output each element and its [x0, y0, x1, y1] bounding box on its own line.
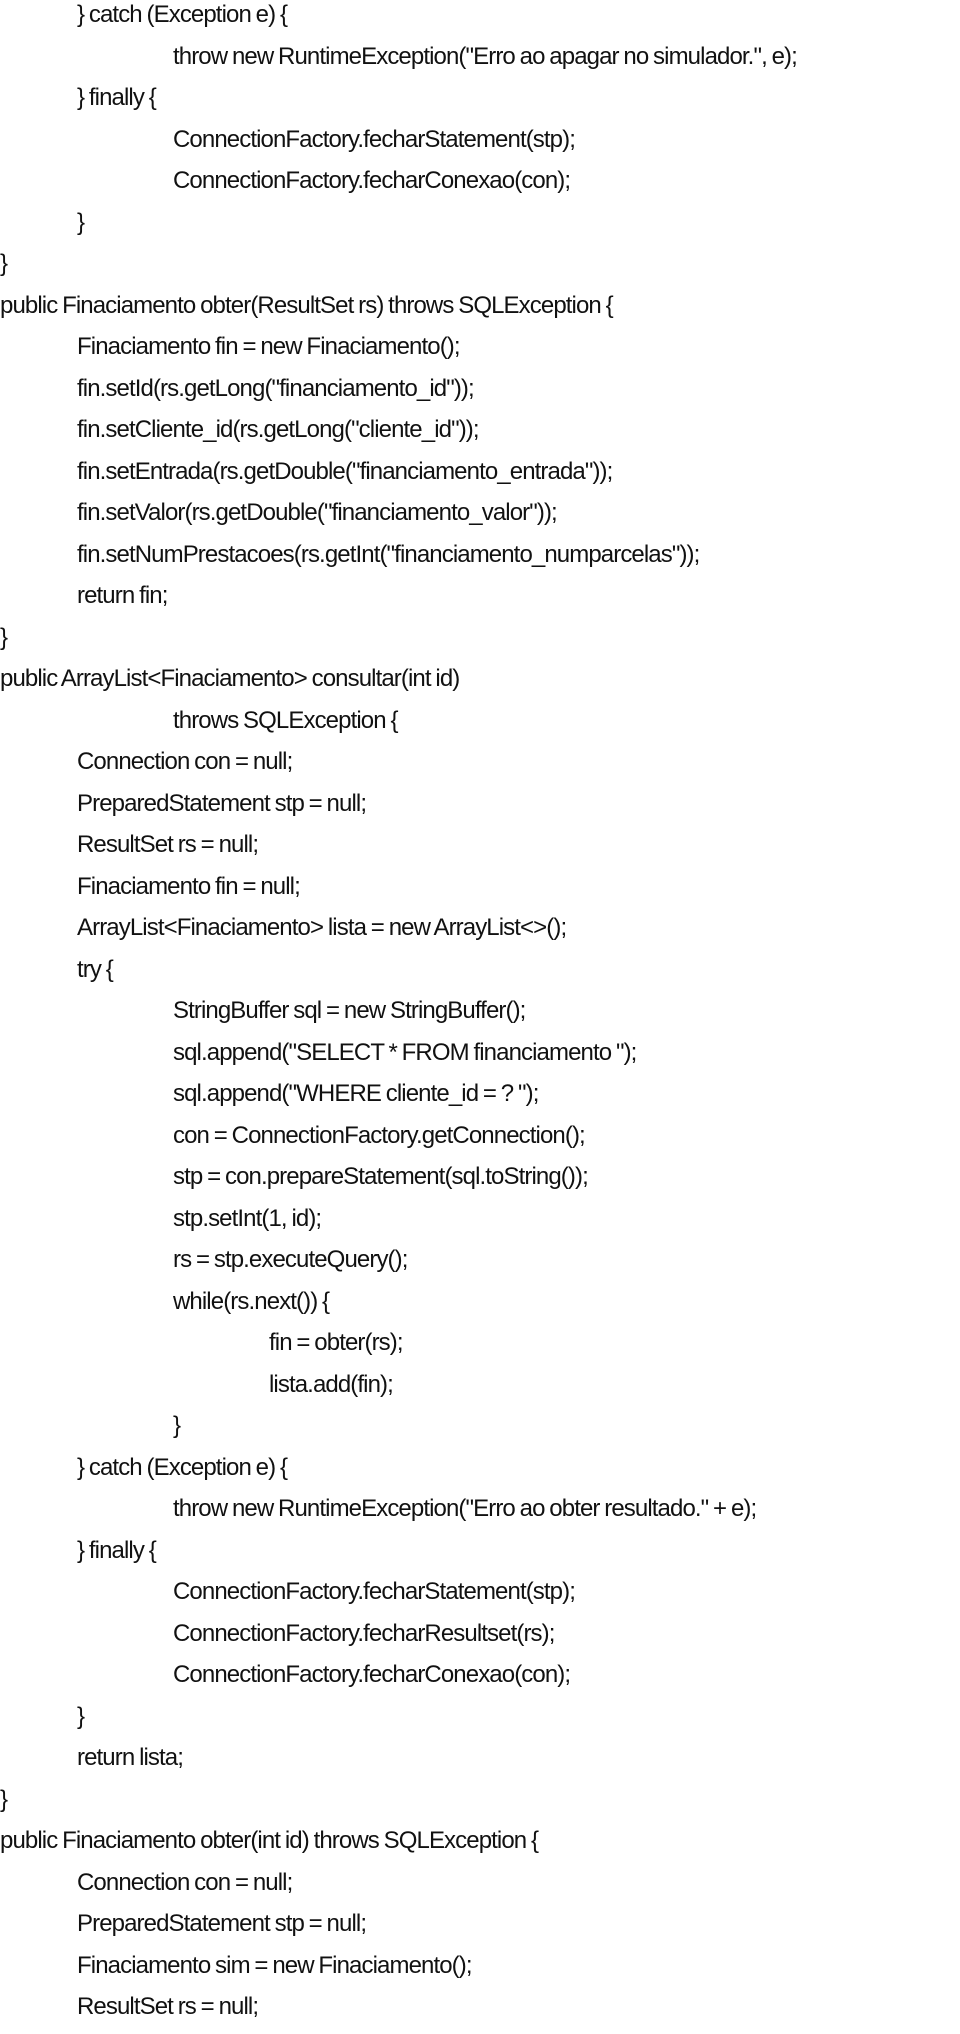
code-line: fin = obter(rs); — [269, 1329, 404, 1356]
code-line: sql.append("WHERE cliente_id = ? "); — [173, 1080, 539, 1107]
code-line: con = ConnectionFactory.getConnection(); — [173, 1121, 586, 1149]
code-line: } catch (Exception e) { — [77, 1, 288, 28]
code-line: public Finaciamento obter(ResultSet rs) … — [0, 291, 614, 319]
code-line: fin.setEntrada(rs.getDouble("financiamen… — [77, 457, 613, 485]
code-line: fin.setValor(rs.getDouble("financiamento… — [77, 499, 558, 526]
code-line: } finally { — [77, 1536, 157, 1564]
code-line: fin.setId(rs.getLong("financiamento_id")… — [77, 374, 475, 402]
code-line: return fin; — [77, 582, 168, 609]
code-line: } — [173, 1412, 181, 1439]
code-line: fin.setNumPrestacoes(rs.getInt("financia… — [77, 540, 700, 568]
code-line: ResultSet rs = null; — [77, 1993, 259, 2020]
code-line: public Finaciamento obter(int id) throws… — [0, 1827, 539, 1854]
code-line: ArrayList<Finaciamento> lista = new Arra… — [77, 914, 567, 941]
code-line: ConnectionFactory.fecharConexao(con); — [173, 167, 571, 194]
code-line: } — [0, 623, 8, 651]
code-line: ConnectionFactory.fecharStatement(stp); — [173, 125, 576, 153]
code-line: Connection con = null; — [77, 748, 293, 775]
code-line: } — [77, 1702, 85, 1730]
code-line: } — [0, 1785, 8, 1813]
code-line: rs = stp.executeQuery(); — [173, 1246, 408, 1273]
code-line: fin.setCliente_id(rs.getLong("cliente_id… — [77, 416, 480, 443]
code-line: Connection con = null; — [77, 1868, 293, 1896]
code-line: public ArrayList<Finaciamento> consultar… — [0, 665, 460, 692]
code-listing: } catch (Exception e) { throw new Runtime… — [0, 0, 960, 2028]
code-line: ResultSet rs = null; — [77, 831, 259, 858]
code-line: Finaciamento fin = null; — [77, 872, 301, 900]
code-line: } finally { — [77, 84, 157, 111]
code-line: try { — [77, 955, 114, 983]
code-line: stp = con.prepareStatement(sql.toString(… — [173, 1163, 589, 1190]
code-line: stp.setInt(1, id); — [173, 1204, 322, 1232]
code-line: ConnectionFactory.fecharResultset(rs); — [173, 1619, 555, 1647]
code-line: sql.append("SELECT * FROM financiamento … — [173, 1038, 637, 1066]
code-line: } — [77, 208, 85, 236]
code-line: StringBuffer sql = new StringBuffer(); — [173, 997, 526, 1024]
code-line: Finaciamento sim = new Finaciamento(); — [77, 1951, 473, 1979]
code-line: while(rs.next()) { — [173, 1287, 330, 1315]
code-line: throw new RuntimeException("Erro ao apag… — [173, 42, 798, 70]
code-line: PreparedStatement stp = null; — [77, 789, 367, 817]
code-line: return lista; — [77, 1744, 184, 1771]
code-line: } catch (Exception e) { — [77, 1453, 288, 1481]
code-line: lista.add(fin); — [269, 1370, 394, 1398]
code-line: ConnectionFactory.fecharStatement(stp); — [173, 1578, 576, 1605]
code-line: throws SQLException { — [173, 706, 398, 734]
code-line: throw new RuntimeException("Erro ao obte… — [173, 1495, 757, 1522]
code-line: ConnectionFactory.fecharConexao(con); — [173, 1661, 571, 1688]
code-line: } — [0, 250, 8, 277]
code-line: PreparedStatement stp = null; — [77, 1910, 367, 1937]
code-line: Finaciamento fin = new Finaciamento(); — [77, 333, 461, 360]
